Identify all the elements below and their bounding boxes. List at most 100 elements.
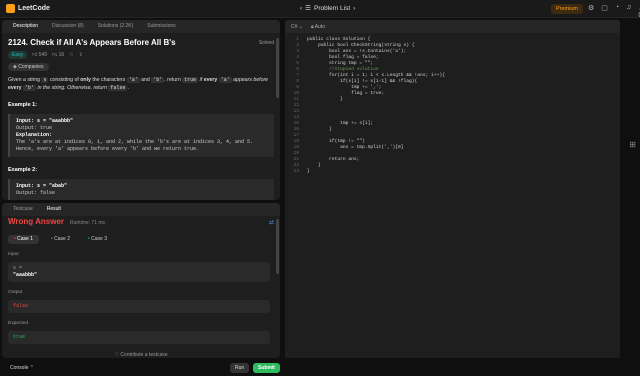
contribute-icon: ♡ xyxy=(114,352,119,358)
example-line: The 'a's are at indices 0, 1, and 2, whi… xyxy=(16,139,254,145)
left-pane: Description Discussion (8) Solutions (2.… xyxy=(0,18,282,373)
tab-solutions[interactable]: Solutions (2.2K) xyxy=(91,20,141,33)
editor-toolbar: C# ⌄ 🔒︎ Auto xyxy=(285,20,620,33)
problem-meta: Easy 👍︎ 549 👎︎ 16 ☆ ⇪ xyxy=(8,51,274,59)
like-button[interactable]: 👍︎ 549 xyxy=(32,51,47,59)
code-text: } xyxy=(307,127,332,132)
result-status: Wrong Answer xyxy=(8,217,65,226)
tab-discussion[interactable]: Discussion (8) xyxy=(45,20,91,33)
share-icon[interactable]: ⇪ xyxy=(79,51,83,59)
difficulty-badge: Easy xyxy=(8,51,28,59)
input-var: s = xyxy=(13,265,23,271)
dislike-button[interactable]: 👎︎ 16 xyxy=(52,51,64,59)
expected-value: true xyxy=(8,331,270,344)
stmt-text: , return xyxy=(164,77,181,83)
tab-testcase[interactable]: Testcase xyxy=(6,203,40,216)
tab-submissions[interactable]: Submissions xyxy=(140,20,182,33)
code-editor[interactable]: 1 public class Solution {2 public bool Ch… xyxy=(285,33,620,358)
example-line: Input: s = "abab" xyxy=(16,183,68,189)
example-line: Output: true xyxy=(16,125,53,131)
submit-button[interactable]: Submit xyxy=(253,363,280,373)
tag-icon: ◈ xyxy=(13,64,17,70)
stmt-text: the characters xyxy=(92,77,126,83)
stmt-bold: only xyxy=(80,77,91,83)
example-1-box: Input: s = "aaabbb" Output: true Explanati… xyxy=(8,114,274,157)
problem-statement: Given a string s consisting of only the … xyxy=(8,76,274,92)
problem-content: 2124. Check if All A's Appears Before Al… xyxy=(2,33,280,200)
description-scrollbar[interactable] xyxy=(276,38,279,98)
output-value: false xyxy=(8,300,270,313)
pass-dot-icon: • xyxy=(88,236,90,242)
stmt-code: s xyxy=(41,77,49,83)
thumbs-down-icon: 👎︎ xyxy=(52,52,58,58)
code-text: } xyxy=(307,97,343,102)
line-number: 23 xyxy=(293,169,299,174)
description-panel: Description Discussion (8) Solutions (2.… xyxy=(2,20,280,200)
case-tabs: • Case 1 • Case 2 • Case 3 xyxy=(8,235,274,244)
case-3-tab[interactable]: • Case 3 xyxy=(82,235,113,244)
fail-dot-icon: • xyxy=(14,236,16,242)
dislike-count: 16 xyxy=(58,52,65,58)
expected-label: Expected xyxy=(8,321,29,326)
star-icon[interactable]: ☆ xyxy=(69,51,73,59)
run-button[interactable]: Run xyxy=(230,363,250,373)
pass-dot-icon: • xyxy=(51,236,53,242)
logo-text: LeetCode xyxy=(18,5,50,12)
stmt-text: Given a string xyxy=(8,77,41,83)
result-scrollbar[interactable] xyxy=(276,219,279,274)
autocomplete-toggle[interactable]: 🔒︎ Auto xyxy=(311,24,325,30)
input-value-box: s = "aaabbb" xyxy=(8,262,270,282)
language-label: C# xyxy=(291,23,298,30)
case-label: Case 3 xyxy=(91,236,107,242)
stmt-code: true xyxy=(182,77,199,83)
tab-description[interactable]: Description xyxy=(6,20,45,33)
chevron-up-icon: ⌃ xyxy=(29,365,34,371)
example-1-title: Example 1: xyxy=(8,102,38,108)
tab-result[interactable]: Result xyxy=(40,203,68,216)
case-1-tab[interactable]: • Case 1 xyxy=(8,235,39,244)
stmt-code: 'b' xyxy=(23,85,37,91)
bell-icon[interactable]: ♫ xyxy=(626,4,631,19)
companies-label: Companies xyxy=(18,64,44,70)
companies-tag[interactable]: ◈ Companies xyxy=(8,63,49,71)
example-line: Output: false xyxy=(16,190,56,196)
editor-pane: C# ⌄ 🔒︎ Auto 1 public class Solution {2 p… xyxy=(283,18,640,360)
stmt-bold: every xyxy=(203,77,218,83)
problem-title-row: 2124. Check if All A's Appears Before Al… xyxy=(8,39,274,47)
timer-icon[interactable]: ◔ xyxy=(615,4,619,19)
prev-problem-icon[interactable]: ‹ xyxy=(300,5,302,12)
top-nav-bar: LeetCode ‹ ☰ Problem List › Premium ⚙ ▢ … xyxy=(0,0,640,19)
list-icon: ☰ xyxy=(305,5,311,12)
code-text: } xyxy=(307,169,310,174)
example-line: Hence, every 'a' appears before every 'b… xyxy=(16,146,200,152)
console-button[interactable]: Console ⌃ xyxy=(10,365,34,371)
like-count: 549 xyxy=(38,52,48,58)
stmt-italic: in the string. Otherwise, return xyxy=(37,85,107,91)
code-line[interactable]: 23} xyxy=(285,169,620,175)
settings-icon[interactable]: ⚙ xyxy=(588,4,594,19)
problem-list-nav[interactable]: ‹ ☰ Problem List › xyxy=(300,4,355,13)
result-content: Wrong Answer Runtime: 71 ms ⇄ • Case 1 •… xyxy=(2,216,280,358)
contribute-testcase-link[interactable]: ♡ Contribute a testcase xyxy=(8,351,274,358)
next-problem-icon[interactable]: › xyxy=(353,5,355,12)
case-2-tab[interactable]: • Case 2 xyxy=(45,235,76,244)
stmt-text: consisting of xyxy=(49,77,79,83)
input-label: Input xyxy=(8,252,19,257)
input-value: "aaabbb" xyxy=(13,272,38,278)
example-line: Input: s = "aaabbb" xyxy=(16,118,74,124)
language-select[interactable]: C# ⌄ xyxy=(291,24,303,30)
notebook-icon[interactable]: ▢ xyxy=(601,4,608,19)
premium-button[interactable]: Premium xyxy=(551,4,584,14)
stmt-code: false xyxy=(108,85,128,91)
stmt-text: and xyxy=(141,77,150,83)
runtime-text: Runtime: 71 ms xyxy=(70,220,106,226)
logo[interactable]: LeetCode xyxy=(6,4,50,13)
stmt-italic: appears before xyxy=(233,77,269,83)
diff-icon[interactable]: ⇄ xyxy=(269,219,274,227)
contribute-label: Contribute a testcase xyxy=(120,352,168,358)
stmt-code: 'a' xyxy=(126,77,140,83)
side-panel-icon[interactable]: ⊞ xyxy=(629,140,636,149)
case-label: Case 2 xyxy=(54,236,70,242)
lock-icon: 🔒︎ xyxy=(311,23,314,30)
stmt-bold: every xyxy=(8,85,22,91)
